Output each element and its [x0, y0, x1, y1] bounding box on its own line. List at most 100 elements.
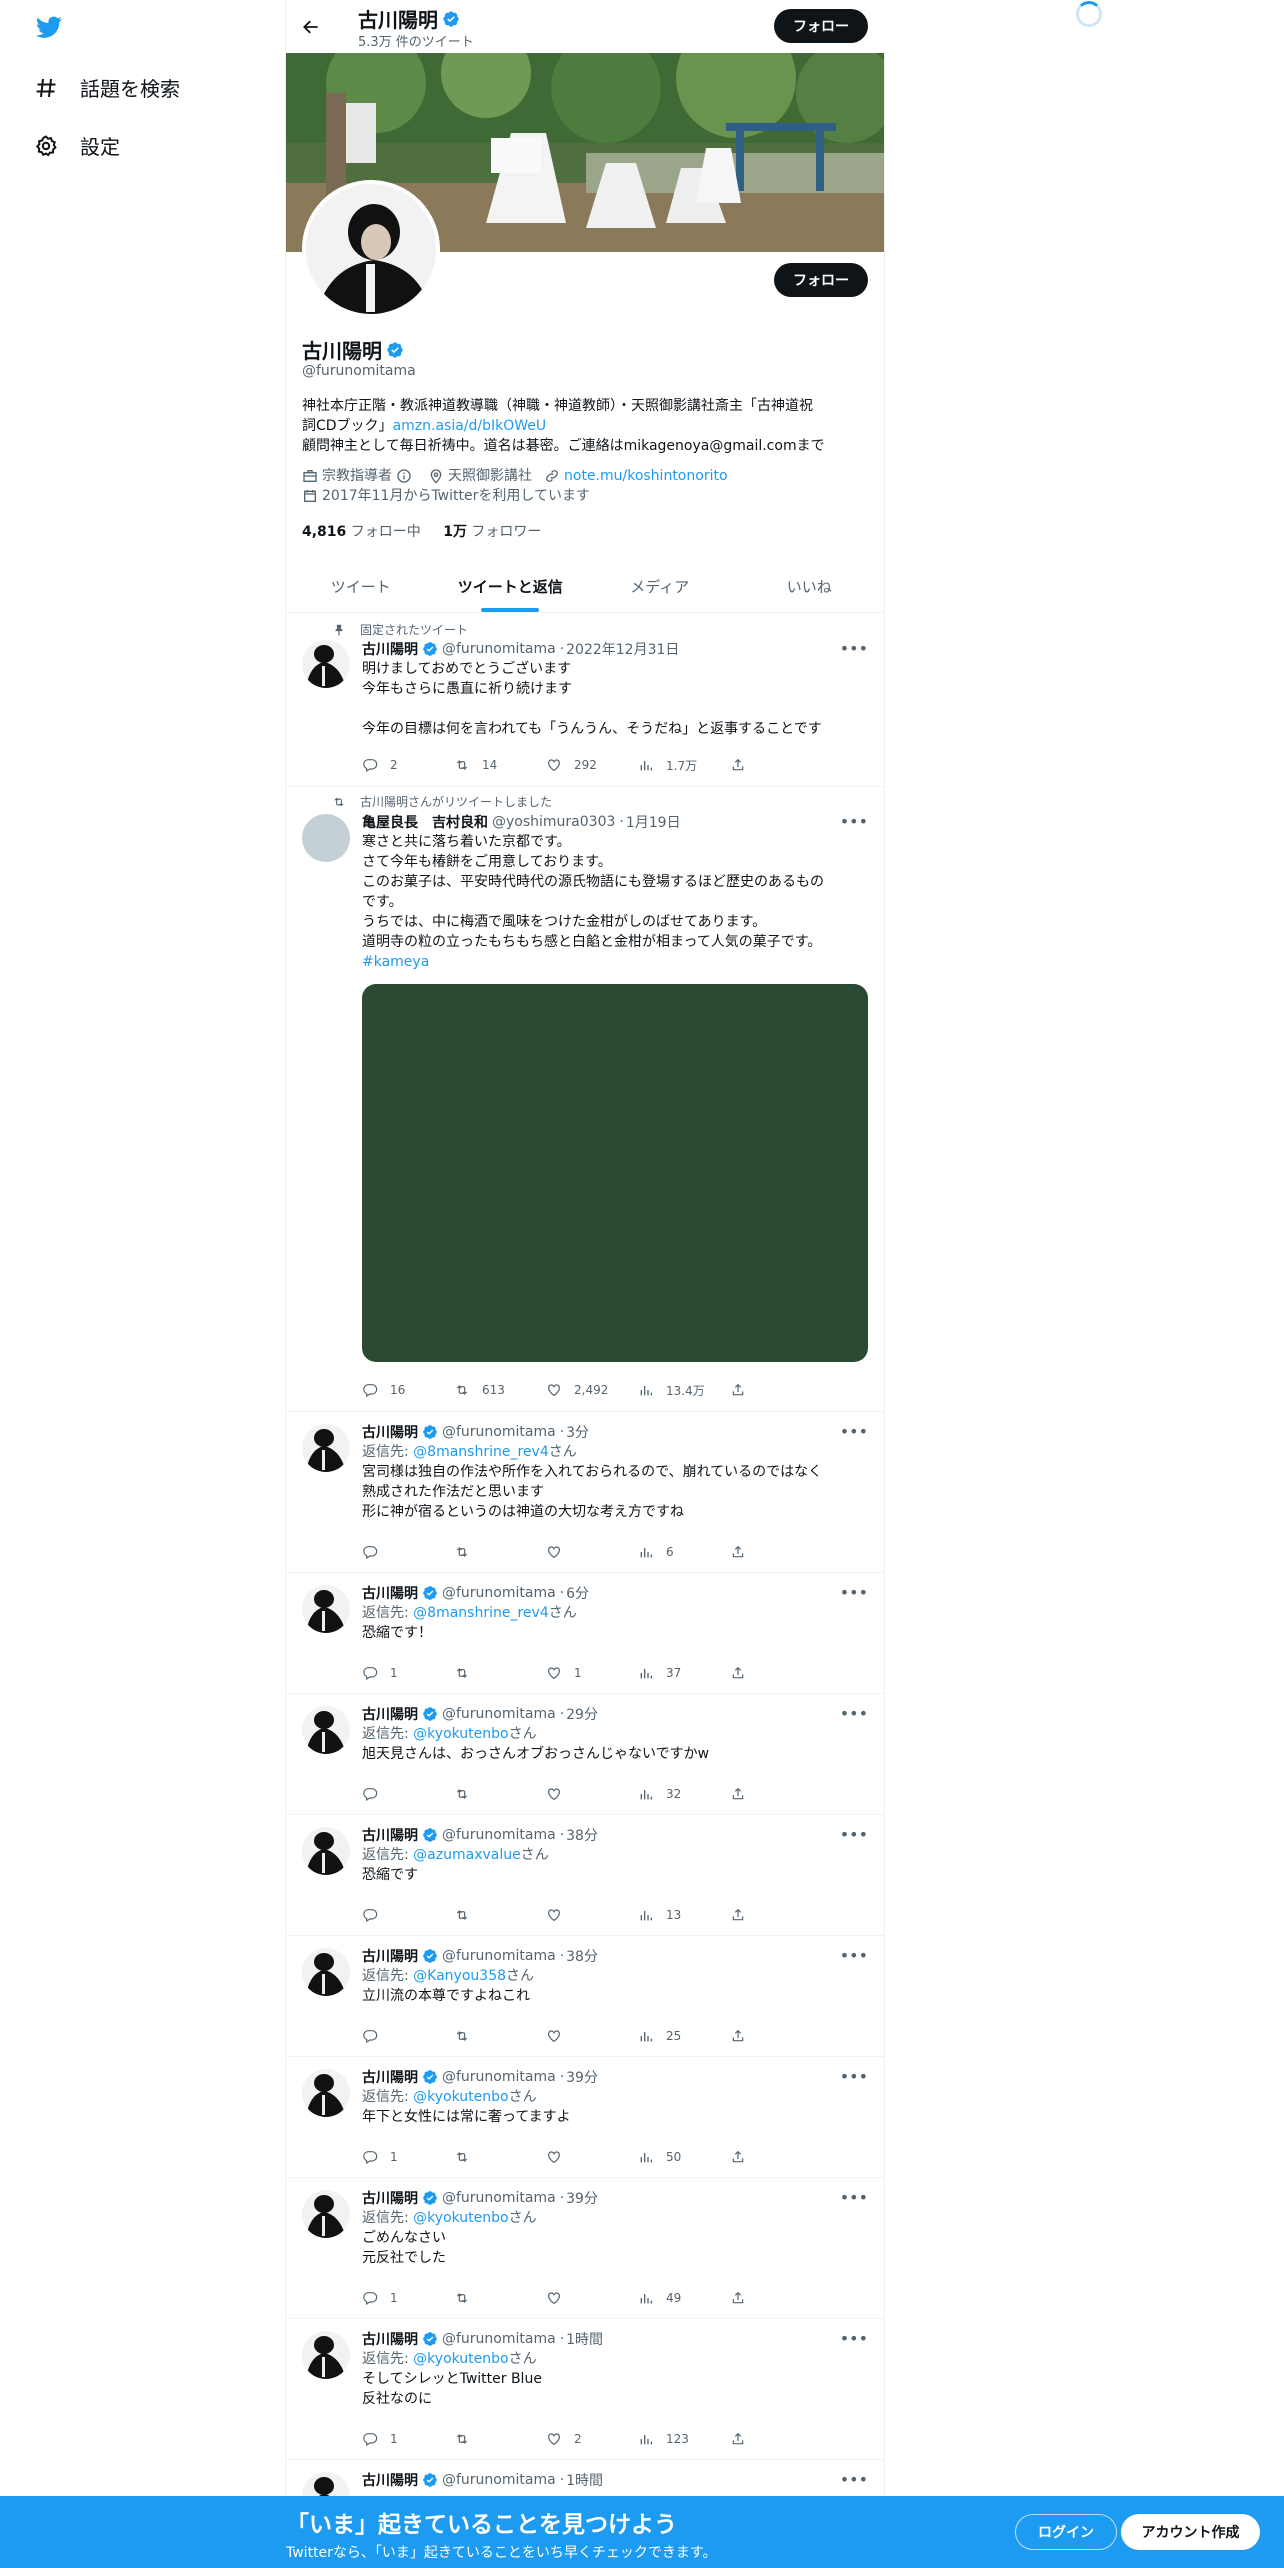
- like-button[interactable]: [546, 1784, 638, 1804]
- tweet-reply[interactable]: ••• 古川陽明 @furunomitama · 39分 返信先: @kyoku…: [286, 2057, 884, 2178]
- like-button[interactable]: [546, 2288, 638, 2308]
- retweet-button[interactable]: 613: [454, 1380, 546, 1400]
- reply-button[interactable]: 16: [362, 1380, 454, 1400]
- tab-likes[interactable]: いいね: [735, 560, 885, 612]
- reply-button[interactable]: 2: [362, 755, 454, 775]
- tweet-author-name[interactable]: 亀屋良長 吉村良和: [362, 812, 488, 832]
- views-button[interactable]: 13: [638, 1905, 730, 1925]
- share-button[interactable]: [730, 2026, 760, 2046]
- like-button[interactable]: 292: [546, 755, 638, 775]
- tweet-time[interactable]: 39分: [566, 2188, 598, 2208]
- tweet-avatar[interactable]: [302, 1948, 350, 1996]
- like-button[interactable]: 2: [546, 2429, 638, 2449]
- tweet-avatar[interactable]: [302, 2190, 350, 2238]
- profile-follow-button[interactable]: フォロー: [774, 263, 868, 297]
- like-button[interactable]: 1: [546, 1663, 638, 1683]
- views-button[interactable]: 13.4万: [638, 1380, 730, 1400]
- tweet-author-name[interactable]: 古川陽明: [362, 1704, 418, 1724]
- tweet-handle[interactable]: @furunomitama: [442, 1424, 556, 1440]
- tweet-time[interactable]: 29分: [566, 1704, 598, 1724]
- reply-to-handle[interactable]: @kyokutenbo: [413, 2089, 508, 2105]
- tweet-handle[interactable]: @furunomitama: [442, 2069, 556, 2085]
- tweet-avatar[interactable]: [302, 1706, 350, 1754]
- share-button[interactable]: [730, 1663, 760, 1683]
- tweet-avatar[interactable]: [302, 640, 350, 688]
- tweet-handle[interactable]: @yoshimura0303: [492, 814, 615, 830]
- like-button[interactable]: [546, 1542, 638, 1562]
- reply-to-handle[interactable]: @8manshrine_rev4: [413, 1605, 549, 1621]
- tweet-handle[interactable]: @furunomitama: [442, 641, 556, 657]
- tweet-avatar[interactable]: [302, 1827, 350, 1875]
- retweet-button[interactable]: 14: [454, 755, 546, 775]
- reply-button[interactable]: [362, 1905, 454, 1925]
- share-button[interactable]: [730, 2147, 760, 2167]
- tweet-time[interactable]: 1時間: [566, 2329, 603, 2349]
- tweet-author-name[interactable]: 古川陽明: [362, 2329, 418, 2349]
- tweet-time[interactable]: 2022年12月31日: [566, 639, 679, 659]
- like-button[interactable]: [546, 2147, 638, 2167]
- tweet-time[interactable]: 3分: [566, 1422, 589, 1442]
- twitter-logo-icon[interactable]: [34, 14, 64, 40]
- reply-button[interactable]: 1: [362, 2429, 454, 2449]
- tweet-time[interactable]: 6分: [566, 1583, 589, 1603]
- retweet-button[interactable]: [454, 2429, 546, 2449]
- share-button[interactable]: [730, 1380, 760, 1400]
- tweet-author-name[interactable]: 古川陽明: [362, 1583, 418, 1603]
- nav-explore[interactable]: 話題を検索: [34, 73, 180, 102]
- nav-settings[interactable]: 設定: [34, 131, 120, 160]
- tweet-hashtag[interactable]: #kameya: [362, 952, 868, 972]
- share-button[interactable]: [730, 2288, 760, 2308]
- retweet-button[interactable]: [454, 1542, 546, 1562]
- bio-link[interactable]: amzn.asia/d/bIkOWeU: [393, 418, 547, 434]
- retweet-button[interactable]: [454, 1905, 546, 1925]
- tweet-time[interactable]: 1月19日: [626, 812, 681, 832]
- retweet-button[interactable]: [454, 1784, 546, 1804]
- tweet-pinned[interactable]: 固定されたツイート ••• 古川陽明 @furunomitama · 2022年…: [286, 613, 884, 787]
- tweet-reply[interactable]: ••• 古川陽明 @furunomitama · 6分 返信先: @8mansh…: [286, 1573, 884, 1694]
- tweet-media[interactable]: [362, 984, 868, 1362]
- reply-button[interactable]: 1: [362, 1663, 454, 1683]
- views-button[interactable]: 6: [638, 1542, 730, 1562]
- reply-to-handle[interactable]: @Kanyou358: [413, 1968, 506, 1984]
- tweet-time[interactable]: 38分: [566, 1825, 598, 1845]
- followers-stat[interactable]: 1万 フォロワー: [443, 524, 541, 540]
- reply-to-handle[interactable]: @kyokutenbo: [413, 2210, 508, 2226]
- tweet-author-name[interactable]: 古川陽明: [362, 2470, 418, 2490]
- info-icon[interactable]: [396, 468, 412, 484]
- tweet-author-name[interactable]: 古川陽明: [362, 1422, 418, 1442]
- header-follow-button[interactable]: フォロー: [774, 9, 868, 43]
- back-button[interactable]: [296, 12, 326, 42]
- views-button[interactable]: 49: [638, 2288, 730, 2308]
- tweet-avatar[interactable]: [302, 2331, 350, 2379]
- tweet-handle[interactable]: @furunomitama: [442, 2472, 556, 2488]
- tweet-avatar[interactable]: [302, 2069, 350, 2117]
- views-button[interactable]: 25: [638, 2026, 730, 2046]
- tweet-reply[interactable]: ••• 古川陽明 @furunomitama · 39分 返信先: @kyoku…: [286, 2178, 884, 2319]
- reply-to-handle[interactable]: @kyokutenbo: [413, 1726, 508, 1742]
- retweet-button[interactable]: [454, 2288, 546, 2308]
- share-button[interactable]: [730, 2429, 760, 2449]
- retweet-button[interactable]: [454, 2147, 546, 2167]
- reply-button[interactable]: 1: [362, 2147, 454, 2167]
- tab-media[interactable]: メディア: [585, 560, 735, 612]
- tweet-avatar[interactable]: [302, 1424, 350, 1472]
- tweet-handle[interactable]: @furunomitama: [442, 1585, 556, 1601]
- views-button[interactable]: 37: [638, 1663, 730, 1683]
- tweet-reply[interactable]: ••• 古川陽明 @furunomitama · 38分 返信先: @azuma…: [286, 1815, 884, 1936]
- tweet-avatar[interactable]: [302, 814, 350, 862]
- tweet-author-name[interactable]: 古川陽明: [362, 2067, 418, 2087]
- login-button[interactable]: ログイン: [1015, 2514, 1117, 2550]
- share-button[interactable]: [730, 1784, 760, 1804]
- tweet-time[interactable]: 1時間: [566, 2470, 603, 2490]
- retweet-button[interactable]: [454, 1663, 546, 1683]
- reply-button[interactable]: [362, 1542, 454, 1562]
- tweet-handle[interactable]: @furunomitama: [442, 1948, 556, 1964]
- reply-button[interactable]: 1: [362, 2288, 454, 2308]
- tweet-author-name[interactable]: 古川陽明: [362, 1946, 418, 1966]
- tweet-handle[interactable]: @furunomitama: [442, 2190, 556, 2206]
- tweet-retweeted[interactable]: 古川陽明さんがリツイートしました ••• 亀屋良長 吉村良和 @yoshimur…: [286, 787, 884, 1412]
- tweet-reply[interactable]: ••• 古川陽明 @furunomitama · 29分 返信先: @kyoku…: [286, 1694, 884, 1815]
- views-button[interactable]: 123: [638, 2429, 730, 2449]
- profile-avatar[interactable]: [302, 180, 440, 318]
- reply-to-handle[interactable]: @azumaxvalue: [413, 1847, 521, 1863]
